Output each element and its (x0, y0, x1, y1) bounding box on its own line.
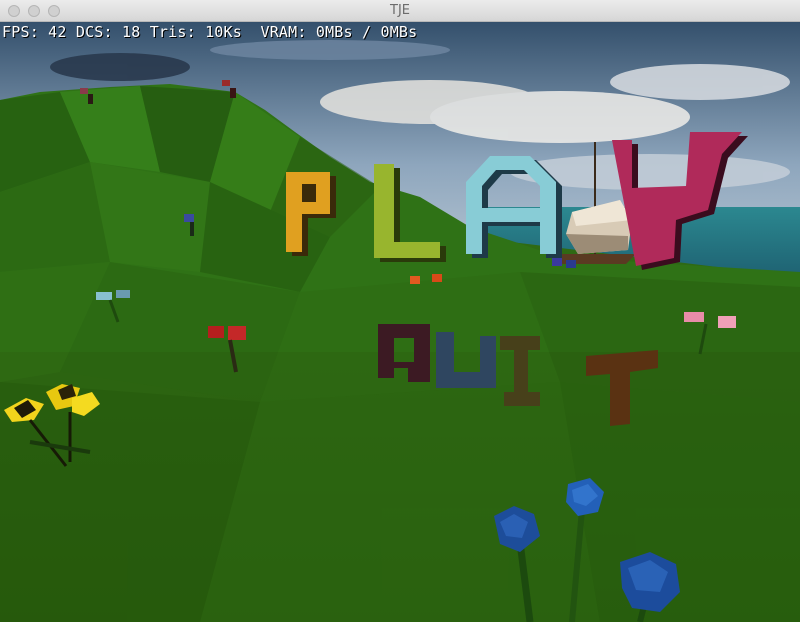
game-viewport[interactable]: FPS: 42 DCS: 18 Tris: 10Ks VRAM: 0MBs / … (0, 22, 800, 622)
quit-button[interactable]: QUIT (374, 318, 664, 430)
window-title: TJE (390, 3, 410, 18)
title-bar[interactable]: TJE (0, 0, 800, 22)
play-button[interactable]: PLAY (282, 130, 750, 270)
play-button-label: PLAY (282, 130, 283, 131)
quit-button-label: QUIT (374, 318, 375, 319)
hud-stats: FPS: 42 DCS: 18 Tris: 10Ks VRAM: 0MBs / … (2, 23, 418, 41)
app-window: TJE FPS: 42 DCS: 18 Tris: 10Ks VRAM: 0MB… (0, 0, 800, 622)
